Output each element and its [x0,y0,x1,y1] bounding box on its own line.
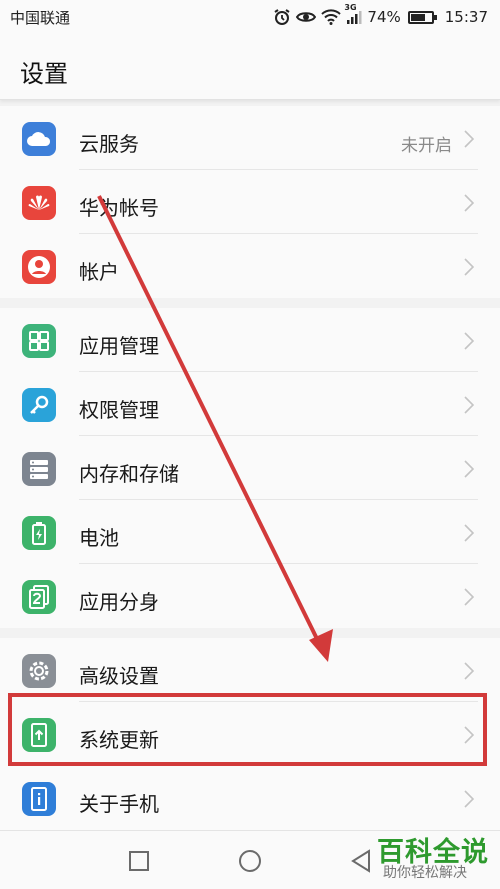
status-bar: 中国联通 3G 74% 15:37 [0,0,500,34]
settings-item-cloud[interactable]: 云服务 未开启 [0,106,500,170]
settings-item-permissions[interactable]: 权限管理 [0,372,500,436]
settings-item-app-manager[interactable]: 应用管理 [0,308,500,372]
home-button[interactable] [238,849,262,873]
settings-item-label: 系统更新 [79,728,159,752]
settings-item-battery[interactable]: 电池 [0,500,500,564]
app-bar: 设置 [0,34,500,100]
chevron-right-icon [464,588,474,606]
huawei-icon [22,186,56,220]
watermark-subtitle: 助你轻松解决 [383,865,467,881]
battery-percent: 74% [367,8,401,26]
status-icons: 3G 74% 15:37 [273,3,488,26]
gear-icon [22,654,56,688]
settings-group-system: 高级设置 系统更新 关于手机 [0,638,500,830]
chevron-right-icon [464,396,474,414]
grid-icon [22,324,56,358]
settings-group-account: 云服务 未开启 华为帐号 帐户 [0,106,500,298]
settings-item-app-twin[interactable]: 应用分身 [0,564,500,628]
settings-item-label: 云服务 [79,132,139,156]
settings-item-label: 高级设置 [79,664,159,688]
settings-item-label: 权限管理 [79,398,159,422]
settings-item-system-update[interactable]: 系统更新 [0,702,500,766]
cloud-icon [22,122,56,156]
settings-item-advanced[interactable]: 高级设置 [0,638,500,702]
chevron-right-icon [464,524,474,542]
settings-item-label: 应用分身 [79,590,159,614]
settings-item-accounts[interactable]: 帐户 [0,234,500,298]
chevron-right-icon [464,258,474,276]
twin-app-icon [22,580,56,614]
chevron-right-icon [464,130,474,148]
page-title: 设置 [20,60,68,88]
carrier-label: 中国联通 [10,8,71,27]
wifi-icon [321,9,342,25]
recent-apps-button[interactable] [129,851,149,871]
chevron-right-icon [464,460,474,478]
eye-comfort-icon [296,9,317,25]
storage-icon [22,452,56,486]
settings-item-label: 电池 [79,526,119,550]
settings-item-about-phone[interactable]: 关于手机 [0,766,500,830]
settings-group-apps: 应用管理 权限管理 内存和存储 电池 应用分身 [0,308,500,628]
chevron-right-icon [464,662,474,680]
key-icon [22,388,56,422]
system-update-icon [22,718,56,752]
back-button[interactable] [350,849,372,873]
settings-item-label: 关于手机 [79,792,159,816]
chevron-right-icon [464,790,474,808]
chevron-right-icon [464,726,474,744]
battery-icon [407,10,437,24]
settings-item-label: 帐户 [79,260,119,284]
settings-item-label: 华为帐号 [79,196,159,220]
settings-item-value: 未开启 [401,136,452,156]
settings-item-label: 应用管理 [79,334,159,358]
settings-item-huawei-account[interactable]: 华为帐号 [0,170,500,234]
chevron-right-icon [464,194,474,212]
network-type-label: 3G [344,3,357,12]
alarm-icon [273,8,291,26]
chevron-right-icon [464,332,474,350]
clock: 15:37 [444,8,488,26]
settings-item-storage[interactable]: 内存和存储 [0,436,500,500]
settings-item-label: 内存和存储 [79,462,179,486]
battery-icon [22,516,56,550]
user-icon [22,250,56,284]
signal-icon: 3G [344,3,362,25]
phone-info-icon [22,782,56,816]
